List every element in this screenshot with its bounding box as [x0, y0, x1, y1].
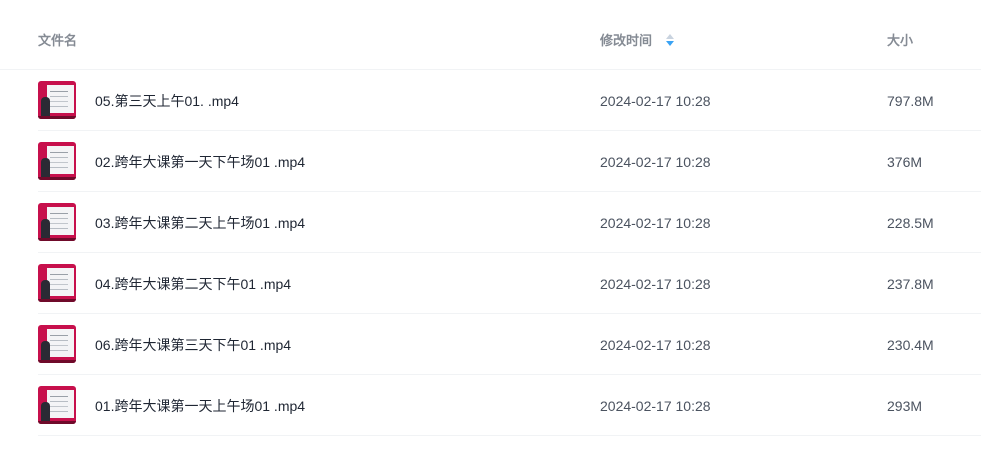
column-header-modified[interactable]: 修改时间	[600, 33, 674, 49]
video-thumbnail-icon	[38, 142, 76, 180]
table-row[interactable]: 04.跨年大课第二天下午01 .mp4 2024-02-17 10:28 237…	[38, 253, 981, 314]
file-name[interactable]: 06.跨年大课第三天下午01 .mp4	[95, 336, 291, 354]
table-row[interactable]: 03.跨年大课第二天上午场01 .mp4 2024-02-17 10:28 22…	[38, 192, 981, 253]
file-rows: 05.第三天上午01. .mp4 2024-02-17 10:28 797.8M…	[0, 70, 981, 436]
video-thumbnail-icon	[38, 264, 76, 302]
file-name[interactable]: 04.跨年大课第二天下午01 .mp4	[95, 275, 291, 293]
file-name[interactable]: 05.第三天上午01. .mp4	[95, 92, 239, 110]
table-row[interactable]: 05.第三天上午01. .mp4 2024-02-17 10:28 797.8M	[38, 70, 981, 131]
file-modified-time: 2024-02-17 10:28	[600, 276, 711, 292]
sort-icon[interactable]	[665, 33, 674, 48]
file-size: 797.8M	[887, 93, 934, 109]
column-header-modified-label: 修改时间	[600, 33, 653, 48]
column-header-name-label: 文件名	[38, 33, 78, 48]
file-modified-time: 2024-02-17 10:28	[600, 398, 711, 414]
file-name[interactable]: 03.跨年大课第二天上午场01 .mp4	[95, 214, 305, 232]
column-header-name[interactable]: 文件名	[38, 33, 77, 49]
column-header-size-label: 大小	[887, 33, 914, 48]
sort-ascending-arrow-icon	[665, 33, 674, 39]
file-modified-time: 2024-02-17 10:28	[600, 337, 711, 353]
file-modified-time: 2024-02-17 10:28	[600, 154, 711, 170]
sort-descending-arrow-icon	[665, 40, 674, 46]
file-size: 376M	[887, 154, 923, 170]
file-name[interactable]: 02.跨年大课第一天下午场01 .mp4	[95, 153, 305, 171]
video-thumbnail-icon	[38, 386, 76, 424]
table-row[interactable]: 06.跨年大课第三天下午01 .mp4 2024-02-17 10:28 230…	[38, 314, 981, 375]
file-list: 文件名 修改时间 大小 05.第三天上午01. .mp4 2024-02-17 …	[0, 0, 981, 457]
file-size: 237.8M	[887, 276, 934, 292]
table-row[interactable]: 02.跨年大课第一天下午场01 .mp4 2024-02-17 10:28 37…	[38, 131, 981, 192]
file-size: 228.5M	[887, 215, 934, 231]
column-header-size[interactable]: 大小	[887, 33, 913, 49]
video-thumbnail-icon	[38, 325, 76, 363]
video-thumbnail-icon	[38, 203, 76, 241]
file-modified-time: 2024-02-17 10:28	[600, 215, 711, 231]
video-thumbnail-icon	[38, 81, 76, 119]
list-header: 文件名 修改时间 大小	[0, 0, 981, 70]
file-name[interactable]: 01.跨年大课第一天上午场01 .mp4	[95, 397, 305, 415]
file-size: 230.4M	[887, 337, 934, 353]
file-modified-time: 2024-02-17 10:28	[600, 93, 711, 109]
file-size: 293M	[887, 398, 923, 414]
table-row[interactable]: 01.跨年大课第一天上午场01 .mp4 2024-02-17 10:28 29…	[38, 375, 981, 436]
